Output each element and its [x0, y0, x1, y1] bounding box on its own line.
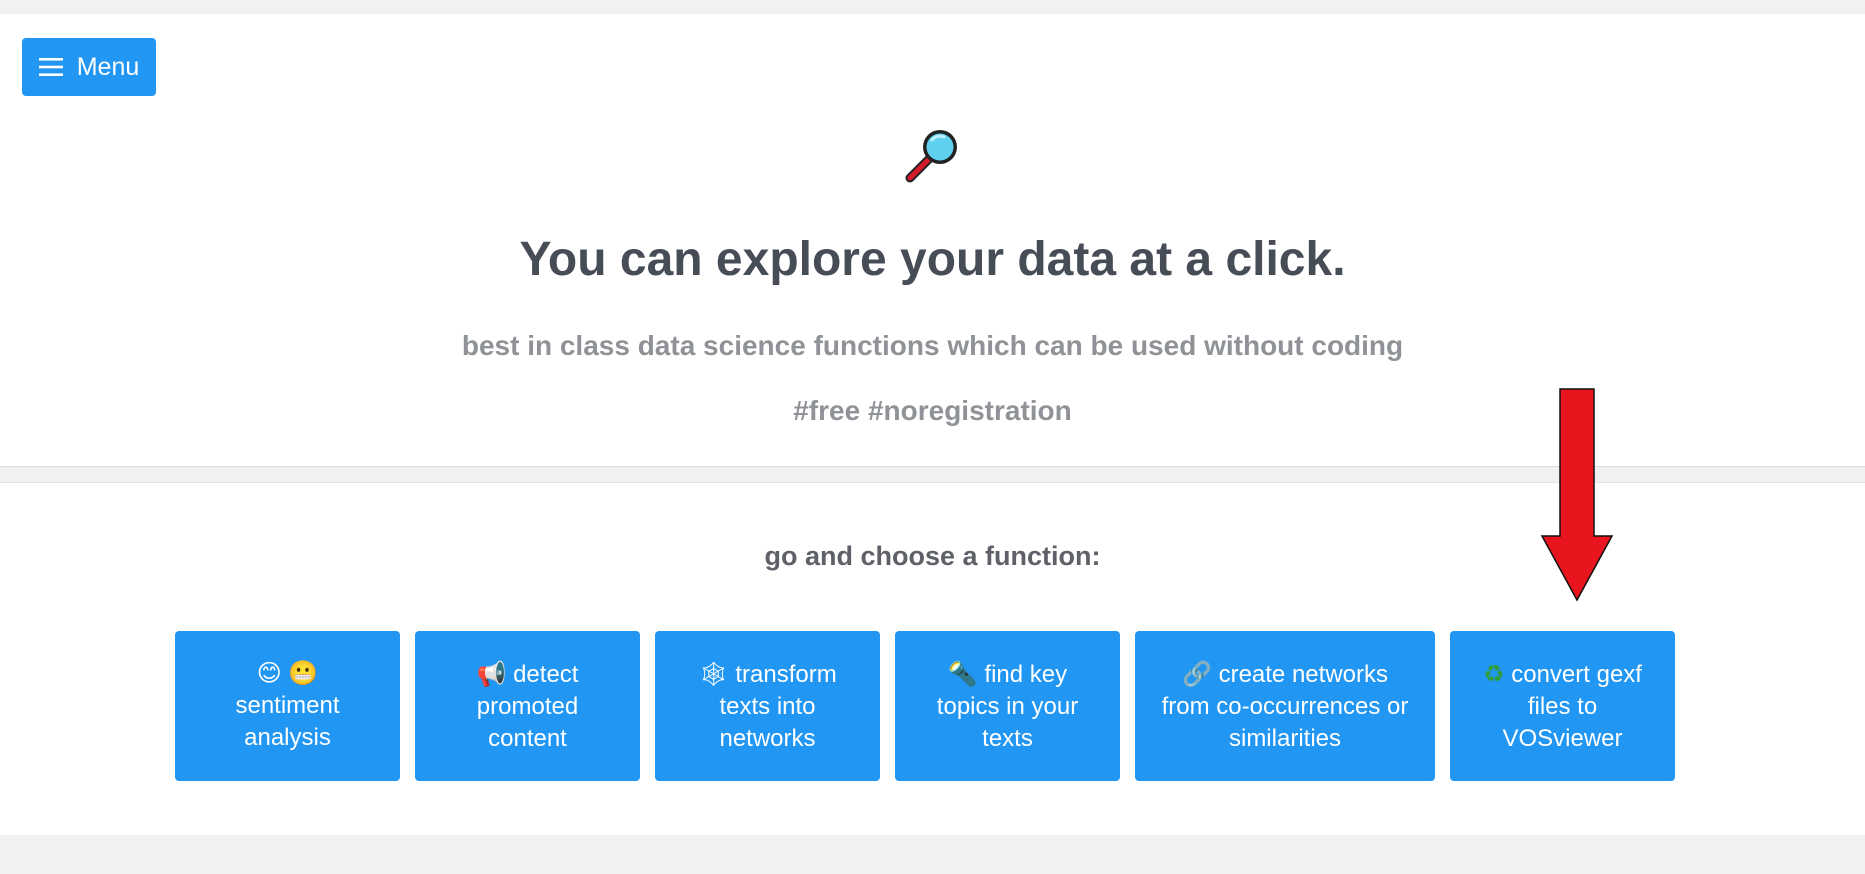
detect-promoted-content-button[interactable]: 📢 detect promoted content — [415, 631, 640, 781]
card-label-line: networks — [719, 724, 816, 752]
magnifier-icon — [905, 130, 957, 183]
sentiment-icons: 😊 😬 — [256, 660, 319, 687]
card-label-line: similarities — [1228, 724, 1341, 752]
transform-texts-button[interactable]: 🕸 transform texts into networks — [655, 631, 880, 781]
card-label-line: texts — [982, 724, 1033, 752]
menu-label: Menu — [76, 52, 140, 81]
card-label-line: texts into — [719, 692, 816, 720]
card-label-line: files to — [1527, 692, 1598, 720]
sentiment-analysis-button[interactable]: 😊 😬 sentiment analysis — [175, 631, 400, 781]
card-label-line: convert gexf — [1511, 660, 1642, 688]
card-label-line: transform — [735, 660, 837, 688]
red-arrow-icon — [1540, 388, 1614, 602]
menu-button[interactable]: Menu — [22, 38, 156, 96]
card-label-line: detect — [513, 660, 579, 688]
card-label-line: sentiment — [235, 692, 340, 719]
link-icon: 🔗 — [1182, 659, 1212, 688]
convert-gexf-button[interactable]: ♻ convert gexf files to VOSviewer — [1450, 631, 1675, 781]
card-label-line: promoted — [476, 692, 579, 720]
card-label-line: topics in your — [936, 692, 1079, 720]
hamburger-icon — [38, 58, 63, 76]
top-strip — [0, 0, 1865, 15]
card-label-line: create networks — [1218, 660, 1388, 688]
megaphone-icon: 📢 — [476, 659, 507, 688]
spider-web-icon: 🕸 — [698, 659, 729, 688]
flashlight-icon: 🔦 — [947, 659, 978, 688]
page-subtitle: best in class data science functions whi… — [461, 330, 1404, 361]
card-label-line: content — [488, 724, 567, 752]
recycle-icon: ♻ — [1483, 659, 1505, 688]
card-label-line: find key — [984, 660, 1068, 688]
card-label-line: from co-occurrences or — [1161, 692, 1409, 720]
page-title: You can explore your data at a click. — [519, 233, 1346, 286]
find-key-topics-button[interactable]: 🔦 find key topics in your texts — [895, 631, 1120, 781]
card-label-line: VOSviewer — [1502, 724, 1623, 752]
create-networks-button[interactable]: 🔗 create networks from co-occurrences or… — [1135, 631, 1435, 781]
card-label-line: analysis — [244, 724, 331, 751]
bottom-strip — [0, 835, 1865, 874]
